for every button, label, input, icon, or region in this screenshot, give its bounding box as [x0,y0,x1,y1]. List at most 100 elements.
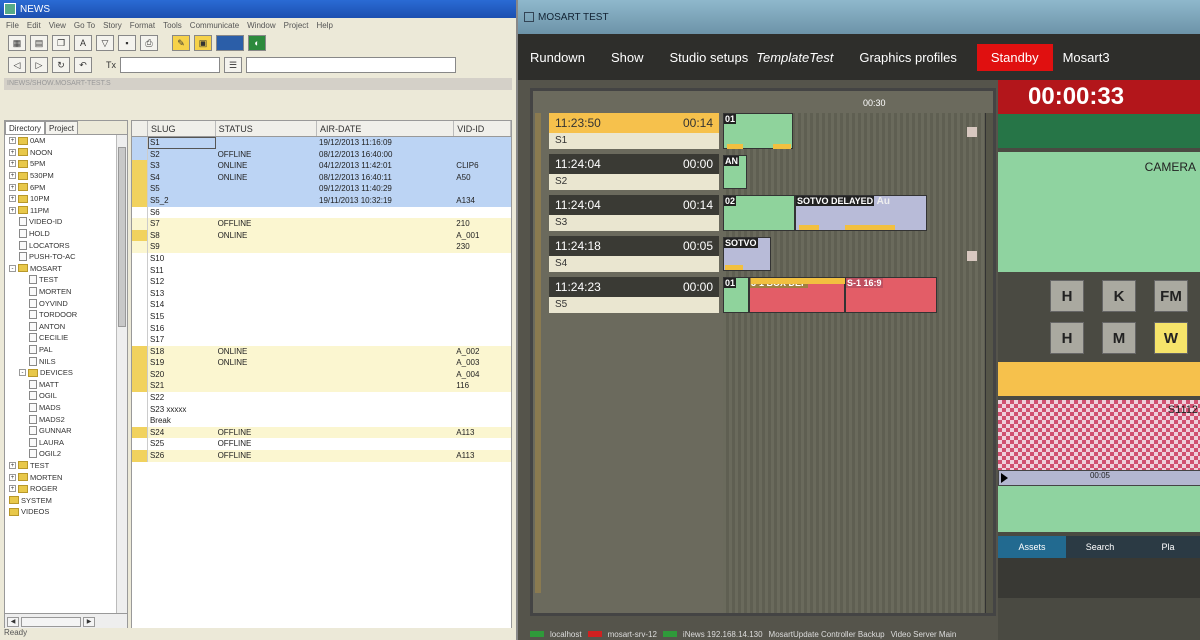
expand-icon[interactable]: + [9,160,16,168]
story-item[interactable]: 11:24:04 00:00 S2 [549,154,719,192]
expand-icon[interactable]: + [9,137,16,145]
tree-item[interactable]: CECILIE [5,332,127,344]
tree-item[interactable]: - DEVICES [5,367,127,379]
col-status[interactable]: STATUS [216,121,318,136]
camera-preview[interactable]: CAMERA [998,152,1200,272]
tree-item[interactable]: LAURA [5,436,127,448]
tree-scrollbar[interactable] [116,135,127,613]
tree-item[interactable]: + NOON [5,147,127,159]
tree-item[interactable]: OGIL [5,390,127,402]
tree-item[interactable]: GUNNAR [5,425,127,437]
tx-field-2[interactable] [246,57,456,73]
table-row[interactable]: S7 OFFLINE 210 [132,218,511,230]
button-k[interactable]: K [1102,280,1136,312]
tree-item[interactable]: HOLD [5,228,127,240]
menu-window[interactable]: Window [247,21,275,30]
table-row[interactable]: S2 OFFLINE 08/12/2013 16:40:00 [132,148,511,161]
save-icon[interactable]: ▪ [118,35,136,51]
button-h-1[interactable]: H [1050,280,1084,312]
table-row[interactable]: S25 OFFLINE [132,438,511,451]
table-row[interactable]: S12 [132,276,511,288]
expand-icon[interactable]: + [9,473,16,481]
scroll-left-icon[interactable]: ◀ [7,616,19,627]
print-icon[interactable]: ⎙ [140,35,158,51]
tx-field[interactable] [120,57,220,73]
expand-icon[interactable]: - [9,264,16,272]
tree-item[interactable]: +5PM [5,158,127,170]
table-row[interactable]: S10 [132,252,511,265]
table-row[interactable]: S21 116 [132,380,511,393]
table-row[interactable]: S4 ONLINE 08/12/2013 16:40:11 A50 [132,171,511,184]
menu-goto[interactable]: Go To [74,21,95,30]
menu-graphics-profiles[interactable]: Graphics profiles [859,50,957,65]
table-row[interactable]: S14 [132,299,511,311]
menu-rundown[interactable]: Rundown [530,50,585,65]
expand-icon[interactable]: + [9,172,16,180]
menu-studio-setups[interactable]: Studio setups [669,50,748,65]
table-row[interactable]: S19 ONLINE A_003 [132,357,511,369]
tree-item[interactable]: TEST [5,274,127,286]
refresh-icon[interactable]: ↻ [52,57,70,73]
undo-icon[interactable]: ↶ [74,57,92,73]
menu-tools[interactable]: Tools [163,21,182,30]
tab-pla[interactable]: Pla [1134,536,1200,558]
table-row[interactable]: S15 [132,310,511,323]
scroll-right-icon[interactable]: ▶ [83,616,95,627]
list-view-icon[interactable]: ▤ [30,35,48,51]
tree-item[interactable]: +530PM [5,170,127,182]
expand-icon[interactable]: + [9,148,16,156]
menu-format[interactable]: Format [130,21,155,30]
expand-icon[interactable]: + [9,183,16,191]
table-row[interactable]: S13 [132,287,511,300]
font-icon[interactable]: A [74,35,92,51]
tree-item[interactable]: MADS [5,402,127,414]
block-s5-a[interactable]: 01 [723,277,749,313]
transition-bar[interactable]: 00:05 [998,470,1200,486]
menu-file[interactable]: File [6,21,19,30]
story-item[interactable]: 11:23:50 00:14 S1 [549,113,719,151]
story-item[interactable]: 11:24:23 00:00 S5 [549,277,719,315]
tree-item[interactable]: PAL [5,344,127,356]
menu-communicate[interactable]: Communicate [190,21,239,30]
row-handle-1[interactable] [967,127,977,137]
tab-assets[interactable]: Assets [998,536,1066,558]
timeline-scrollbar[interactable] [985,113,993,613]
filter-icon[interactable]: ▽ [96,35,114,51]
tree-hscroll[interactable]: ◀ ▶ [5,613,127,629]
row-handle-2[interactable] [967,251,977,261]
tree-item[interactable]: VIDEO-ID [5,216,127,228]
tree-item[interactable]: NILS [5,355,127,367]
story-item[interactable]: 11:24:18 00:05 S4 [549,236,719,274]
button-fm[interactable]: FM [1154,280,1188,312]
back-icon[interactable]: ◁ [8,57,26,73]
table-row[interactable]: Break [132,415,511,427]
menu-edit[interactable]: Edit [27,21,41,30]
table-row[interactable]: S8 ONLINE A_001 [132,229,511,242]
tree-item[interactable]: - MOSART [5,263,127,275]
tree-item[interactable]: VIDEOS [5,506,127,518]
button-w[interactable]: W [1154,322,1188,354]
tree-item[interactable]: PUSH-TO-AC [5,251,127,263]
tree-item[interactable]: +10PM [5,193,127,205]
expand-icon[interactable]: - [19,369,26,377]
edit-icon[interactable]: ✎ [172,35,190,51]
table-row[interactable]: S11 [132,264,511,277]
table-row[interactable]: S3 ONLINE 04/12/2013 11:42:01 CLIP6 [132,160,511,172]
menu-template[interactable]: TemplateTest [756,50,833,65]
table-row[interactable]: S24 OFFLINE A113 [132,426,511,439]
globe-icon[interactable]: ◐ [248,35,266,51]
tree-item[interactable]: SYSTEM [5,494,127,506]
tree-item[interactable]: + ROGER [5,483,127,495]
tx-menu-icon[interactable]: ☰ [224,57,242,73]
tree-item[interactable]: MADS2 [5,413,127,425]
menu-view[interactable]: View [49,21,66,30]
button-h-2[interactable]: H [1050,322,1084,354]
table-row[interactable]: S6 [132,206,511,219]
copy-icon[interactable]: ❐ [52,35,70,51]
tab-directory[interactable]: Directory [5,121,46,134]
table-row[interactable]: S23 xxxxx [132,403,511,416]
block-s2[interactable]: AN [723,155,747,189]
tree-item[interactable]: + TEST [5,460,127,472]
expand-icon[interactable]: + [9,461,16,469]
col-airdate[interactable]: AIR-DATE [317,121,455,136]
